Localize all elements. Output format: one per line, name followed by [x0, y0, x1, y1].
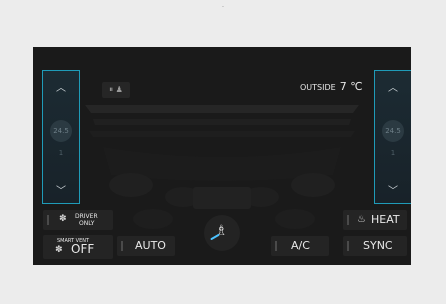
heat-button[interactable]: ♨ HEAT [343, 210, 407, 230]
driver-only-line2: ONLY [79, 220, 95, 227]
seat-heat-icon: ♨ [357, 214, 366, 225]
airflow-mode-button[interactable]: ♗ [204, 215, 240, 251]
passenger-temp-indicator: 24.5 [382, 120, 404, 142]
ac-button[interactable]: A/C [271, 236, 329, 256]
climate-control-panel: ︿ 24.5 1 ﹀ ︿ 24.5 1 ﹀ ⏸ ♟ OUTSIDE 7 ℃ ✽ D… [33, 47, 411, 265]
driver-only-indicator [47, 215, 49, 225]
auto-label: AUTO [135, 239, 166, 252]
sync-label: SYNC [363, 239, 393, 252]
top-mark: . [221, 1, 225, 9]
driver-temp-tick: 1 [58, 149, 64, 157]
heat-indicator [347, 215, 349, 225]
auto-button[interactable]: AUTO [117, 236, 175, 256]
smart-vent-button[interactable]: SMART VENT ✽ OFF [43, 235, 113, 259]
chevron-down-icon[interactable]: ﹀ [375, 182, 411, 197]
chevron-up-icon[interactable]: ︿ [375, 79, 411, 94]
ac-indicator [275, 241, 277, 251]
outside-temperature: OUTSIDE 7 ℃ [300, 80, 363, 93]
outside-label: OUTSIDE [300, 83, 336, 92]
fan-icon: ✽ [55, 245, 63, 255]
heat-label: HEAT [371, 213, 400, 226]
smart-vent-status: OFF [71, 242, 95, 256]
rear-climate-icon[interactable]: ⏸ ♟ [102, 82, 130, 98]
ac-label: A/C [291, 239, 310, 252]
driver-only-button[interactable]: ✽ DRIVER ONLY [43, 210, 113, 230]
auto-indicator [121, 241, 123, 251]
outside-value: 7 ℃ [339, 80, 363, 93]
chevron-down-icon[interactable]: ﹀ [43, 182, 79, 197]
passenger-temp-tick: 1 [390, 149, 396, 157]
passenger-temp-control[interactable]: ︿ 24.5 1 ﹀ [374, 70, 411, 204]
driver-temp-control[interactable]: ︿ 24.5 1 ﹀ [42, 70, 80, 204]
sync-indicator [347, 241, 349, 251]
sync-button[interactable]: SYNC [343, 236, 407, 256]
driver-temp-indicator: 24.5 [50, 120, 72, 142]
fan-icon: ✽ [59, 214, 67, 224]
chevron-up-icon[interactable]: ︿ [43, 79, 79, 94]
